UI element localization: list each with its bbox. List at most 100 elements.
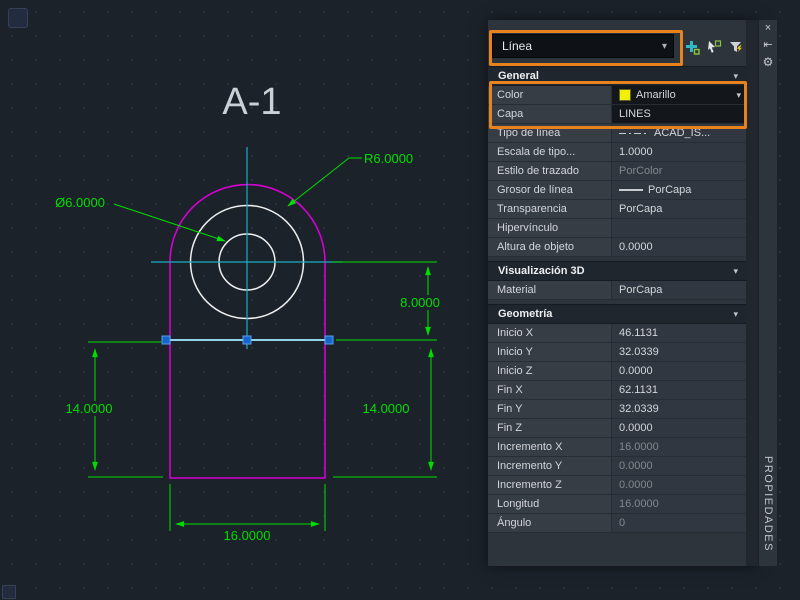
- property-row-angulo: Ángulo 0: [488, 514, 746, 533]
- property-label: Color: [488, 86, 612, 104]
- collapse-chevron-icon: ▾: [733, 266, 738, 276]
- linetype-value[interactable]: ACAD_IS...: [612, 124, 746, 142]
- dim-diameter: Ø6.0000: [55, 195, 105, 210]
- property-label: Inicio X: [488, 324, 612, 342]
- color-value-dropdown[interactable]: Amarillo ▾: [612, 86, 746, 104]
- view-title: A-1: [222, 81, 281, 123]
- dim-14-right: 14.0000: [363, 401, 410, 416]
- property-value[interactable]: 46.1131: [612, 324, 746, 342]
- chevron-down-icon: ▾: [661, 41, 667, 52]
- property-row-altura-objeto: Altura de objeto 0.0000: [488, 238, 746, 257]
- property-label: Altura de objeto: [488, 238, 612, 256]
- property-row-longitud: Longitud 16.0000: [488, 495, 746, 514]
- linetype-value-text: ACAD_IS...: [654, 127, 711, 139]
- close-icon[interactable]: ×: [759, 20, 777, 37]
- property-row-fin-x: Fin X 62.1131: [488, 381, 746, 400]
- property-row-inicio-y: Inicio Y 32.0339: [488, 343, 746, 362]
- linetype-preview-icon: [619, 132, 649, 134]
- property-label: Incremento X: [488, 438, 612, 456]
- property-value: PorColor: [612, 162, 746, 180]
- property-value: 16.0000: [612, 438, 746, 456]
- property-row-incremento-z: Incremento Z 0.0000: [488, 476, 746, 495]
- property-row-incremento-y: Incremento Y 0.0000: [488, 457, 746, 476]
- collapse-chevron-icon: ▾: [733, 309, 738, 319]
- property-label: Capa: [488, 105, 612, 123]
- property-value[interactable]: 32.0339: [612, 400, 746, 418]
- object-type-value: Línea: [502, 39, 533, 53]
- property-value[interactable]: 32.0339: [612, 343, 746, 361]
- property-label: Fin Y: [488, 400, 612, 418]
- pickadd-toggle-icon[interactable]: [682, 37, 701, 56]
- color-swatch: [619, 89, 631, 101]
- property-row-transparencia: Transparencia PorCapa: [488, 200, 746, 219]
- property-row-incremento-x: Incremento X 16.0000: [488, 438, 746, 457]
- property-label: Fin Z: [488, 419, 612, 437]
- property-label: Inicio Z: [488, 362, 612, 380]
- section-header-general[interactable]: General ▾: [488, 66, 746, 86]
- palette-content: Línea ▾ General ▾ Color Amarillo ▾ Capa …: [488, 20, 746, 566]
- property-row-hipervinculo: Hipervínculo: [488, 219, 746, 238]
- property-row-inicio-z: Inicio Z 0.0000: [488, 362, 746, 381]
- lineweight-value[interactable]: PorCapa: [612, 181, 746, 199]
- property-label: Escala de tipo...: [488, 143, 612, 161]
- property-label: Longitud: [488, 495, 612, 513]
- property-value[interactable]: PorCapa: [612, 200, 746, 218]
- property-row-escala: Escala de tipo... 1.0000: [488, 143, 746, 162]
- property-label: Estilo de trazado: [488, 162, 612, 180]
- property-row-fin-y: Fin Y 32.0339: [488, 400, 746, 419]
- view-controls-icon[interactable]: [8, 8, 28, 28]
- property-label: Tipo de línea: [488, 124, 612, 142]
- palette-title-bar[interactable]: × ⇤ ⚙ PROPIEDADES: [758, 20, 777, 566]
- property-value[interactable]: LINES: [612, 105, 746, 123]
- property-row-capa: Capa LINES: [488, 105, 746, 124]
- property-value[interactable]: 0.0000: [612, 238, 746, 256]
- dim-8: 8.0000: [400, 295, 440, 310]
- select-objects-icon[interactable]: [704, 37, 723, 56]
- property-row-inicio-x: Inicio X 46.1131: [488, 324, 746, 343]
- lineweight-value-text: PorCapa: [648, 184, 692, 196]
- section-header-visualizacion-3d[interactable]: Visualización 3D ▾: [488, 261, 746, 281]
- property-value[interactable]: 0.0000: [612, 362, 746, 380]
- property-value[interactable]: 0.0000: [612, 419, 746, 437]
- property-value: 0.0000: [612, 476, 746, 494]
- property-value[interactable]: PorCapa: [612, 281, 746, 299]
- grip-mid[interactable]: [242, 335, 252, 345]
- property-row-fin-z: Fin Z 0.0000: [488, 419, 746, 438]
- section-title: General: [498, 70, 539, 82]
- grip-end[interactable]: [324, 335, 334, 345]
- property-row-tipo-linea: Tipo de línea ACAD_IS...: [488, 124, 746, 143]
- object-type-selector[interactable]: Línea ▾: [492, 34, 674, 58]
- autocad-window: A-1 8.0000 14.0000 14.0000 16.0000 R6.00…: [0, 0, 800, 600]
- property-row-color: Color Amarillo ▾: [488, 86, 746, 105]
- property-row-grosor: Grosor de línea PorCapa: [488, 181, 746, 200]
- dim-radius: R6.0000: [364, 151, 413, 166]
- autohide-pin-icon[interactable]: ⇤: [759, 37, 777, 54]
- property-label: Inicio Y: [488, 343, 612, 361]
- dimension-texts: 8.0000 14.0000 14.0000 16.0000 R6.0000 Ø…: [55, 151, 447, 543]
- property-value[interactable]: 62.1131: [612, 381, 746, 399]
- properties-palette: Línea ▾ General ▾ Color Amarillo ▾ Capa …: [488, 20, 758, 566]
- palette-title: PROPIEDADES: [762, 456, 774, 552]
- palette-header: Línea ▾: [488, 20, 746, 66]
- property-value: 16.0000: [612, 495, 746, 513]
- dim-14-left: 14.0000: [66, 401, 113, 416]
- property-label: Incremento Y: [488, 457, 612, 475]
- extension-lines: [88, 261, 437, 531]
- ucs-icon: [2, 585, 16, 599]
- property-row-material: Material PorCapa: [488, 281, 746, 300]
- property-value[interactable]: [612, 219, 746, 237]
- property-label: Transparencia: [488, 200, 612, 218]
- settings-gear-icon[interactable]: ⚙: [759, 54, 777, 71]
- section-header-geometria[interactable]: Geometría ▾: [488, 304, 746, 324]
- lineweight-preview-icon: [619, 189, 643, 191]
- grip-start[interactable]: [161, 335, 171, 345]
- property-label: Hipervínculo: [488, 219, 612, 237]
- quick-select-icon[interactable]: [726, 37, 745, 56]
- dim-16: 16.0000: [224, 528, 271, 543]
- property-label: Ángulo: [488, 514, 612, 532]
- property-value[interactable]: 1.0000: [612, 143, 746, 161]
- property-label: Fin X: [488, 381, 612, 399]
- section-title: Geometría: [498, 308, 553, 320]
- property-label: Incremento Z: [488, 476, 612, 494]
- collapse-chevron-icon: ▾: [733, 71, 738, 81]
